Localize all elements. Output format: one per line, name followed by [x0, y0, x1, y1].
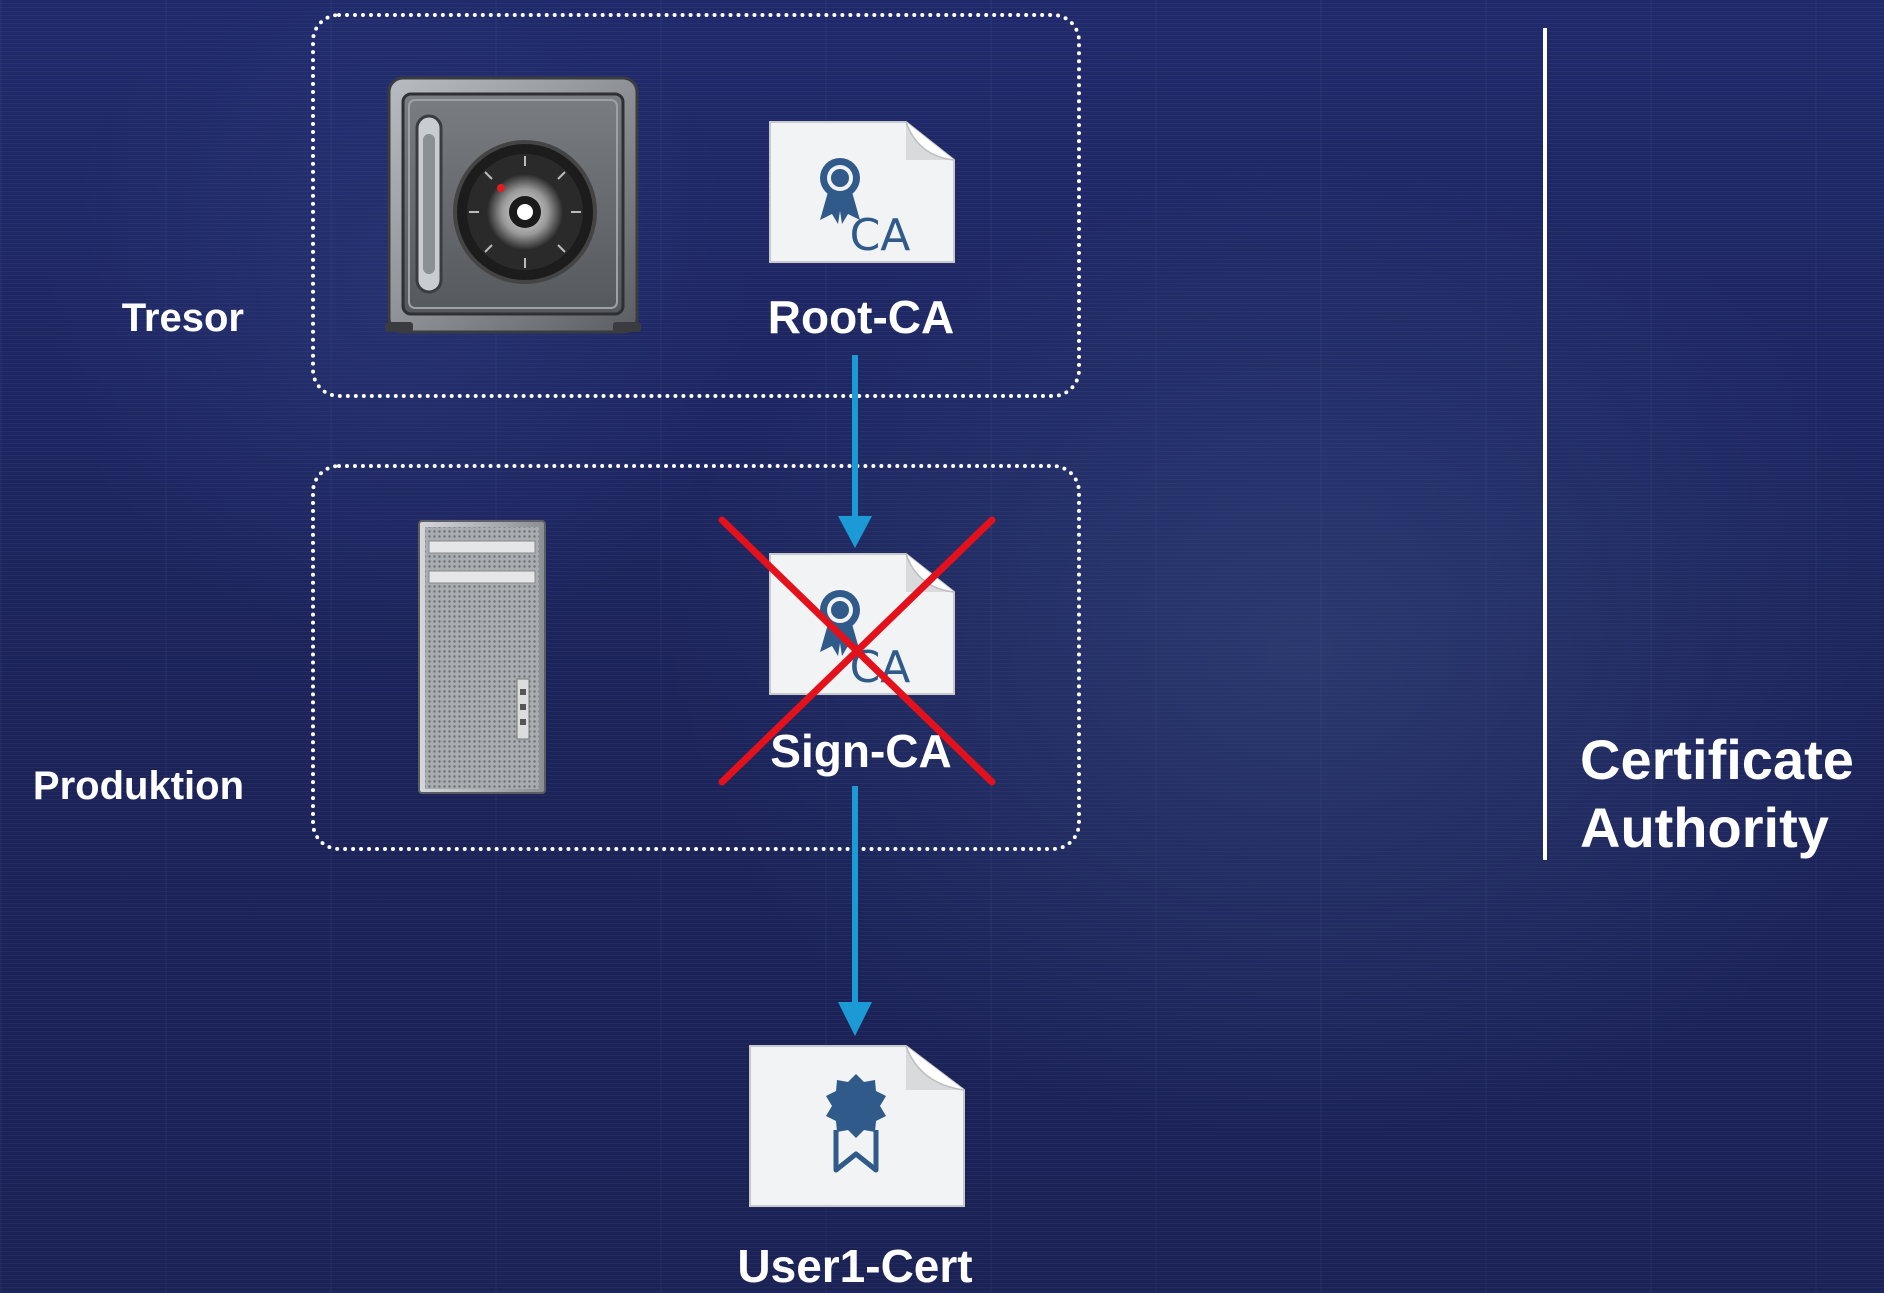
slide: Tresor Produktion CA Root-CA CA Sign-CA …	[0, 0, 1884, 1292]
arrow-sign-to-user	[838, 786, 872, 1036]
ca-title-line1: Certificate	[1580, 728, 1854, 791]
revoked-cross-icon	[718, 516, 996, 786]
certificate-authority-title: Certificate Authority	[1580, 726, 1854, 862]
connectors-layer	[718, 355, 996, 1036]
sidebar-divider	[1543, 28, 1547, 860]
ca-title-line2: Authority	[1580, 796, 1829, 859]
arrow-root-to-sign	[838, 355, 872, 548]
